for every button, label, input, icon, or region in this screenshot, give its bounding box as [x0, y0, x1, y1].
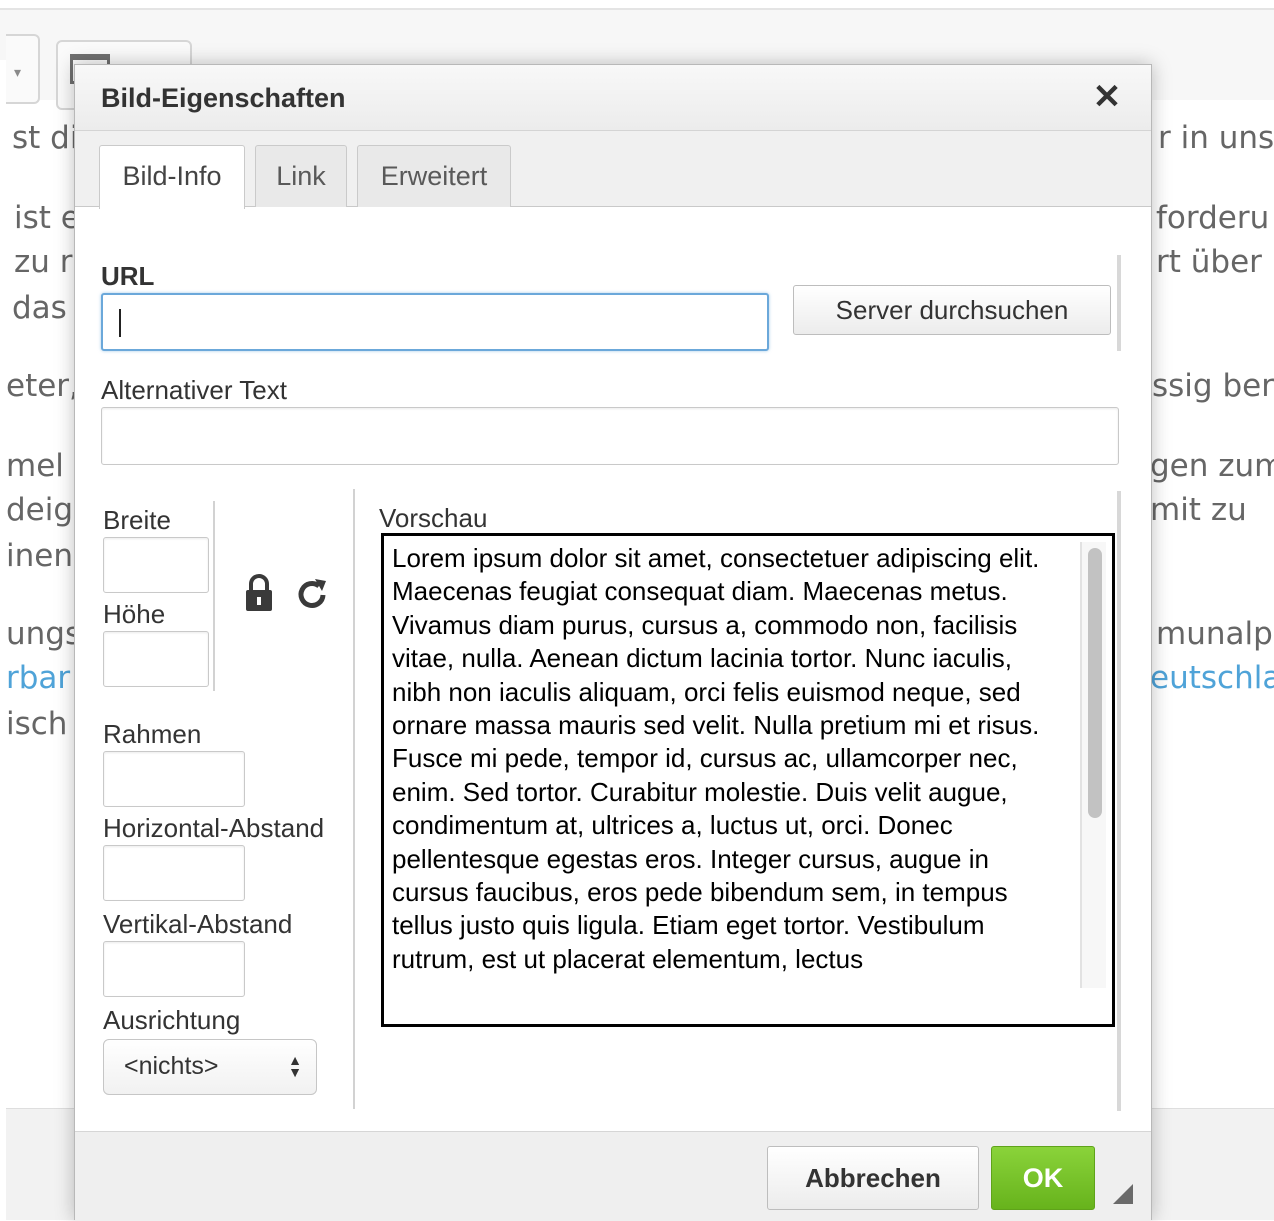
editor-text-line: mel	[6, 448, 64, 484]
editor-text-line: zu r	[14, 244, 73, 280]
tab-link[interactable]: Link	[255, 145, 347, 207]
hspace-input[interactable]	[103, 845, 245, 901]
editor-text-line: munalp	[1156, 616, 1273, 652]
editor-text-line: gen zum	[1150, 448, 1274, 484]
cancel-button[interactable]: Abbrechen	[767, 1146, 979, 1210]
alt-text-label: Alternativer Text	[101, 375, 287, 405]
resize-grip-icon[interactable]	[1113, 1184, 1133, 1204]
chevron-down-icon: ▾	[14, 64, 22, 80]
dialog-title-bar[interactable]: Bild-Eigenschaften ✕	[75, 65, 1151, 131]
size-group-separator	[213, 501, 215, 691]
height-input[interactable]	[103, 631, 209, 687]
width-input[interactable]	[103, 537, 209, 593]
dialog-footer: Abbrechen OK	[75, 1131, 1151, 1221]
editor-text-line: ssig ber	[1152, 368, 1274, 404]
vspace-input[interactable]	[103, 941, 245, 997]
toolbar-combo[interactable]: ▾	[6, 34, 40, 104]
tab-advanced[interactable]: Erweitert	[357, 145, 511, 207]
editor-text-line: ungs	[6, 616, 82, 652]
dialog-scrollbar[interactable]	[1117, 255, 1121, 351]
align-select-value: <nichts>	[124, 1052, 219, 1080]
hspace-label: Horizontal-Abstand	[103, 813, 325, 843]
reset-size-icon[interactable]	[293, 571, 333, 615]
editor-text-line: deig	[6, 492, 74, 528]
preview-bottom-mask	[384, 988, 1112, 1024]
image-properties-dialog: Bild-Eigenschaften ✕ Bild-Info Link Erwe…	[74, 64, 1152, 1221]
editor-text-line: eter,	[6, 368, 79, 404]
editor-text-line: mit zu	[1150, 492, 1247, 528]
browse-server-button[interactable]: Server durchsuchen	[793, 285, 1111, 335]
select-arrows-icon: ▲ ▼	[288, 1052, 302, 1080]
editor-text-line: ist e	[14, 200, 80, 236]
align-select[interactable]: <nichts> ▲ ▼	[103, 1039, 317, 1095]
editor-text-line: forderu	[1156, 200, 1270, 236]
url-input[interactable]	[101, 293, 769, 351]
ok-button[interactable]: OK	[991, 1146, 1095, 1210]
editor-top-strip	[0, 0, 1274, 10]
preview-scrollbar[interactable]	[1080, 542, 1106, 990]
editor-link-text[interactable]: eutschla	[1150, 660, 1274, 696]
editor-text-line: r in uns	[1158, 120, 1274, 156]
editor-link-text[interactable]: rbar	[6, 660, 70, 696]
close-icon[interactable]: ✕	[1089, 77, 1125, 117]
preview-text: Lorem ipsum dolor sit amet, consectetuer…	[392, 543, 1040, 974]
preview-box: Lorem ipsum dolor sit amet, consectetuer…	[381, 533, 1115, 1027]
preview-label: Vorschau	[379, 503, 488, 533]
editor-text-line: das	[12, 290, 67, 326]
border-input[interactable]	[103, 751, 245, 807]
dialog-tab-bar: Bild-Info Link Erweitert	[75, 131, 1151, 209]
border-label: Rahmen	[103, 719, 202, 749]
text-caret	[119, 309, 121, 337]
tab-image-info[interactable]: Bild-Info	[99, 145, 245, 209]
lock-icon[interactable]	[239, 571, 279, 615]
dialog-scrollbar-lower[interactable]	[1117, 491, 1121, 1111]
width-label: Breite	[103, 505, 171, 535]
dialog-title: Bild-Eigenschaften	[101, 83, 346, 113]
height-label: Höhe	[103, 599, 166, 629]
editor-text-line: rt über	[1156, 244, 1262, 280]
url-label: URL	[101, 261, 155, 291]
preview-separator	[353, 489, 355, 1109]
vspace-label: Vertikal-Abstand	[103, 909, 293, 939]
editor-text-line: isch	[6, 706, 68, 742]
editor-text-line: inen	[6, 538, 73, 574]
preview-scroll-thumb[interactable]	[1088, 548, 1102, 818]
alt-text-input[interactable]	[101, 407, 1119, 465]
align-label: Ausrichtung	[103, 1005, 241, 1035]
editor-text-line: st di	[12, 120, 79, 156]
editor-left-edge	[0, 60, 6, 1220]
